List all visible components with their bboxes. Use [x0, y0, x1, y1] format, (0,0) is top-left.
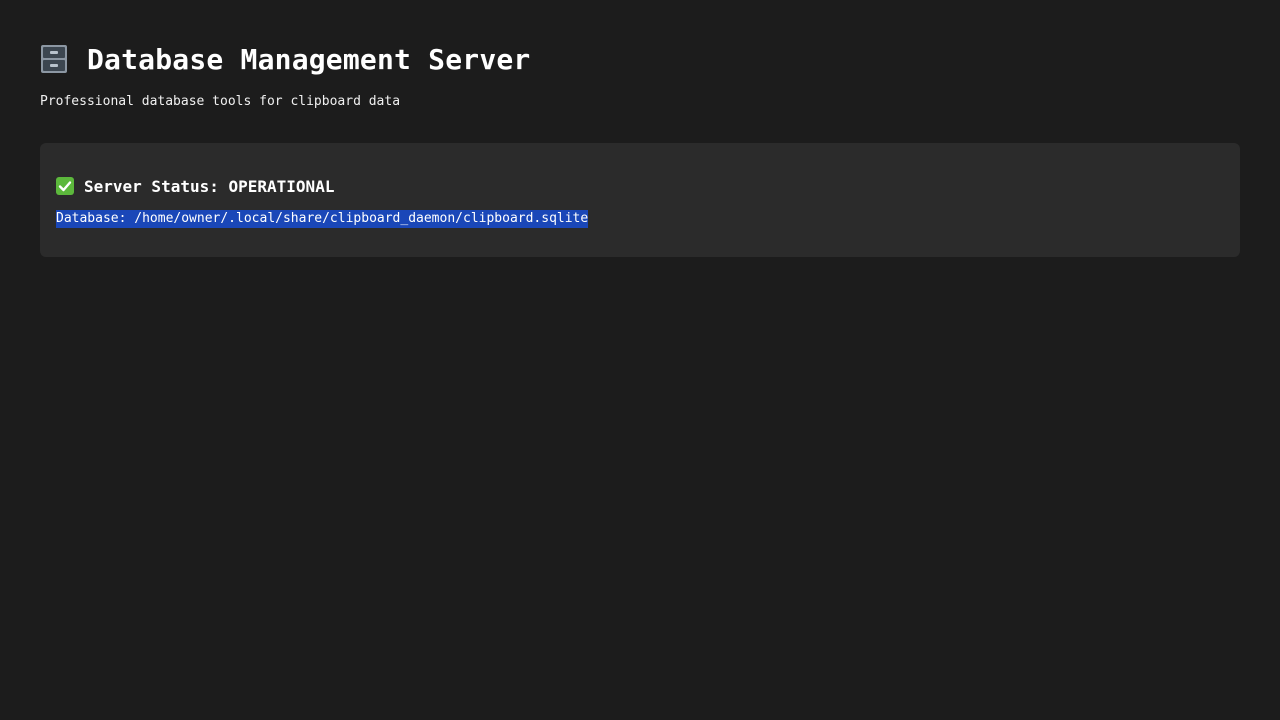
page: Database Management Server Professional …: [0, 0, 1280, 720]
database-path[interactable]: Database: /home/owner/.local/share/clipb…: [56, 210, 589, 228]
page-header: Database Management Server: [40, 40, 531, 78]
file-cabinet-icon: [40, 44, 68, 74]
page-title: Database Management Server: [87, 42, 531, 76]
page-subtitle: Professional database tools for clipboar…: [40, 94, 401, 109]
server-status-text: Server Status: OPERATIONAL: [84, 176, 335, 196]
server-status-line: Server Status: OPERATIONAL: [56, 176, 334, 196]
server-status-card: Server Status: OPERATIONAL Database: /ho…: [40, 143, 1240, 257]
check-mark-icon: [56, 177, 74, 195]
